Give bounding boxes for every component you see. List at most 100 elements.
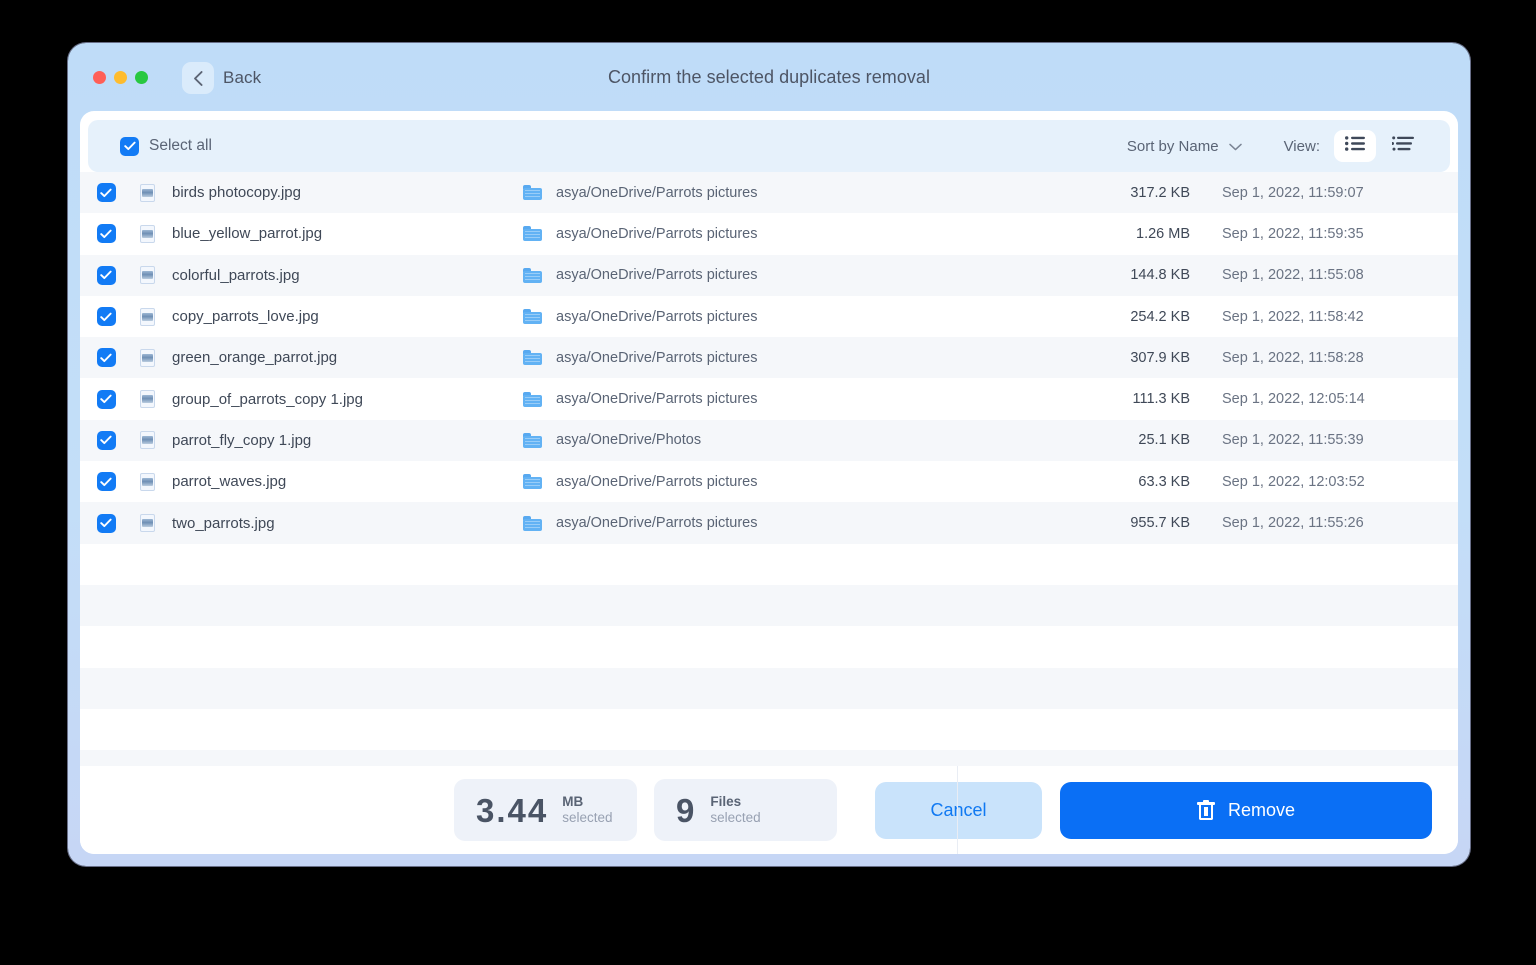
table-row[interactable]: parrot_waves.jpg asya/OneDrive/Parrots pi… (80, 461, 1458, 503)
select-all-label: Select all (149, 137, 212, 154)
row-checkbox-cell[interactable] (80, 348, 132, 368)
image-file-icon (139, 472, 155, 491)
footer-bar: 3.44 MB selected 9 Files selected Cancel Remo… (80, 766, 1458, 854)
row-file-size: 25.1 KB (1138, 432, 1190, 449)
stat-unit: Files (710, 794, 742, 810)
row-folder-icon-cell (517, 432, 547, 448)
row-checkbox-cell[interactable] (80, 472, 132, 492)
row-file-icon-cell (132, 390, 162, 409)
row-checkbox[interactable] (96, 224, 116, 244)
row-file-icon-cell (132, 183, 162, 202)
sort-dropdown-label: Sort by Name (1126, 137, 1219, 155)
row-file-name: birds photocopy.jpg (172, 184, 301, 202)
image-file-icon (139, 266, 155, 285)
row-file-date: Sep 1, 2022, 11:55:39 (1222, 432, 1364, 449)
trash-icon (1196, 800, 1215, 820)
table-row[interactable]: birds photocopy.jpg asya/OneDrive/Parrots… (80, 172, 1458, 214)
row-file-date: Sep 1, 2022, 12:03:52 (1222, 473, 1365, 490)
cancel-button[interactable]: Cancel (875, 781, 1042, 839)
remove-button-label: Remove (1227, 799, 1296, 820)
row-checkbox[interactable] (96, 472, 116, 492)
grouped-list-view-icon (1391, 136, 1414, 156)
image-file-icon (139, 348, 155, 367)
image-file-icon (139, 307, 155, 326)
row-file-size: 307.9 KB (1130, 349, 1190, 366)
row-file-path: asya/OneDrive/Photos (556, 432, 702, 449)
row-checkbox-cell[interactable] (80, 183, 132, 203)
row-file-date: Sep 1, 2022, 11:55:08 (1222, 267, 1364, 284)
row-file-icon-cell (132, 348, 162, 367)
row-file-path: asya/OneDrive/Parrots pictures (556, 184, 758, 201)
row-file-size: 63.3 KB (1138, 473, 1190, 490)
folder-icon (522, 185, 542, 201)
row-file-path: asya/OneDrive/Parrots pictures (556, 308, 758, 325)
row-file-icon-cell (132, 472, 162, 491)
folder-icon (522, 350, 542, 366)
row-checkbox[interactable] (96, 348, 116, 368)
row-checkbox[interactable] (96, 265, 116, 285)
stat-pill: 3.44 MB selected (454, 779, 637, 841)
selection-stats: 3.44 MB selected 9 Files selected (454, 779, 837, 841)
row-folder-icon-cell (517, 474, 547, 490)
row-file-path: asya/OneDrive/Parrots pictures (556, 391, 758, 408)
row-file-icon-cell (132, 266, 162, 285)
folder-icon (522, 309, 542, 325)
folder-icon (522, 267, 542, 283)
row-checkbox-cell[interactable] (80, 265, 132, 285)
table-row[interactable]: colorful_parrots.jpg asya/OneDrive/Parrot… (80, 254, 1458, 296)
row-file-path: asya/OneDrive/Parrots pictures (556, 515, 758, 532)
row-file-name: two_parrots.jpg (172, 514, 275, 532)
row-folder-icon-cell (517, 309, 547, 325)
row-file-size: 254.2 KB (1130, 308, 1190, 325)
row-checkbox[interactable] (96, 307, 116, 327)
row-checkbox[interactable] (96, 389, 116, 409)
stat-unit: MB (562, 794, 584, 810)
folder-icon (522, 515, 542, 531)
row-checkbox-cell[interactable] (80, 224, 132, 244)
row-checkbox-cell[interactable] (80, 389, 132, 409)
folder-icon (522, 391, 542, 407)
row-file-name: parrot_fly_copy 1.jpg (172, 431, 312, 449)
file-list[interactable]: birds photocopy.jpg asya/OneDrive/Parrots… (80, 172, 1458, 766)
remove-button[interactable]: Remove (1060, 781, 1432, 839)
row-file-date: Sep 1, 2022, 12:05:14 (1222, 391, 1365, 408)
stat-suffix: selected (710, 810, 761, 825)
row-file-size: 317.2 KB (1130, 184, 1190, 201)
row-file-icon-cell (132, 307, 162, 326)
sort-dropdown[interactable]: Sort by Name (1127, 138, 1242, 155)
table-row[interactable]: two_parrots.jpg asya/OneDrive/Parrots pic… (80, 502, 1458, 544)
empty-row (80, 584, 1458, 627)
row-checkbox[interactable] (96, 513, 116, 533)
row-checkbox[interactable] (96, 183, 116, 203)
table-row[interactable]: green_orange_parrot.jpg asya/OneDrive/Par… (80, 337, 1458, 379)
table-row[interactable]: group_of_parrots_copy 1.jpg asya/OneDrive… (80, 378, 1458, 420)
row-file-path: asya/OneDrive/Parrots pictures (556, 349, 758, 366)
row-folder-icon-cell (517, 226, 547, 242)
chevron-down-icon (1228, 138, 1242, 155)
row-checkbox[interactable] (96, 430, 116, 450)
row-file-path: asya/OneDrive/Parrots pictures (556, 473, 758, 490)
stat-pill: 9 Files selected (654, 779, 837, 841)
table-row[interactable]: blue_yellow_parrot.jpg asya/OneDrive/Parr… (80, 213, 1458, 255)
image-file-icon (139, 431, 155, 450)
row-folder-icon-cell (517, 185, 547, 201)
select-all-checkbox[interactable] (120, 136, 139, 156)
table-row[interactable]: copy_parrots_love.jpg asya/OneDrive/Parro… (80, 295, 1458, 338)
stat-value: 3.44 (476, 791, 549, 829)
row-folder-icon-cell (517, 391, 547, 407)
stat-value: 9 (676, 791, 697, 829)
list-view-icon (1345, 136, 1365, 156)
view-toggle-group (1334, 130, 1424, 162)
table-row[interactable]: parrot_fly_copy 1.jpg asya/OneDrive/Photo… (80, 419, 1458, 462)
view-option-list[interactable] (1334, 130, 1376, 162)
select-all-control[interactable]: Select all (120, 136, 212, 156)
row-folder-icon-cell (517, 515, 547, 531)
title-bar: Back Confirm the selected duplicates rem… (68, 43, 1470, 111)
image-file-icon (139, 224, 155, 243)
row-file-path: asya/OneDrive/Parrots pictures (556, 225, 758, 242)
view-option-grouped-list[interactable] (1382, 130, 1424, 162)
row-checkbox-cell[interactable] (80, 513, 132, 533)
row-checkbox-cell[interactable] (80, 430, 132, 450)
row-checkbox-cell[interactable] (80, 307, 132, 327)
row-file-date: Sep 1, 2022, 11:59:07 (1222, 184, 1364, 201)
